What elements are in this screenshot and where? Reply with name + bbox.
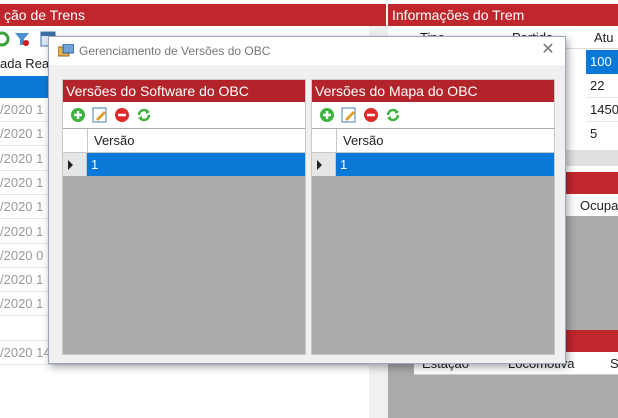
train-cell: /2020 1 xyxy=(0,151,44,166)
dialog-title: Gerenciamento de Versões do OBC xyxy=(79,44,271,58)
row-header-corner xyxy=(312,129,337,152)
version-cell[interactable]: 1 xyxy=(336,153,554,176)
train-info-title: Informações do Trem xyxy=(388,4,618,26)
train-cell: /2020 1 xyxy=(0,224,44,239)
add-icon[interactable] xyxy=(70,107,86,123)
value-cell: 1450 xyxy=(586,98,618,122)
current-row-arrow-icon xyxy=(317,160,322,170)
train-cell: /2020 1 xyxy=(0,175,44,190)
train-cell: /2020 0 xyxy=(0,248,44,263)
train-cell: /2020 1 xyxy=(0,126,44,141)
col-atual: Atu xyxy=(594,30,614,45)
occupation-title xyxy=(566,172,618,194)
col-s: S xyxy=(610,356,618,371)
version-cell[interactable]: 1 xyxy=(87,153,305,176)
train-list-title: ção de Trens xyxy=(0,4,386,26)
value-cell: 5 xyxy=(590,126,598,141)
version-column-header[interactable]: Versão xyxy=(343,133,383,148)
train-cell: /2020 1 xyxy=(0,199,44,214)
obc-versions-dialog: Gerenciamento de Versões do OBC ✕ Versõe… xyxy=(48,36,566,364)
map-versions-panel: Versões do Mapa do OBC Versão 1 xyxy=(311,79,555,355)
map-grid-header: Versão xyxy=(312,129,554,153)
edit-icon[interactable] xyxy=(341,107,357,123)
value-cell: 22 xyxy=(586,74,618,98)
dialog-titlebar[interactable]: Gerenciamento de Versões do OBC ✕ xyxy=(49,37,565,65)
edit-icon[interactable] xyxy=(92,107,108,123)
software-toolbar xyxy=(63,102,305,128)
software-grid-header: Versão xyxy=(63,129,305,153)
train-cell: /2020 1 xyxy=(0,272,44,287)
software-version-row[interactable]: 1 xyxy=(63,153,305,176)
software-versions-title: Versões do Software do OBC xyxy=(63,80,305,102)
filter-icon[interactable] xyxy=(14,31,30,47)
app-icon xyxy=(58,44,74,57)
occupation-header: Ocupa xyxy=(566,194,618,217)
locomotive-title xyxy=(566,330,618,352)
remove-icon[interactable] xyxy=(114,107,130,123)
value-cell[interactable]: 100 xyxy=(586,50,618,74)
refresh-icon[interactable] xyxy=(0,31,10,47)
map-versions-title: Versões do Mapa do OBC xyxy=(312,80,554,102)
row-selector[interactable] xyxy=(63,153,87,176)
remove-icon[interactable] xyxy=(363,107,379,123)
row-selector[interactable] xyxy=(312,153,336,176)
map-version-row[interactable]: 1 xyxy=(312,153,554,176)
train-cell: /2020 1 xyxy=(0,102,44,117)
map-toolbar xyxy=(312,102,554,128)
occupation-grid xyxy=(566,216,618,330)
col-ocupacao: Ocupa xyxy=(580,198,618,213)
close-icon[interactable]: ✕ xyxy=(539,41,557,59)
version-column-header[interactable]: Versão xyxy=(94,133,134,148)
current-row-arrow-icon xyxy=(68,160,73,170)
train-cell: /2020 1 xyxy=(0,296,44,311)
row-header-corner xyxy=(63,129,88,152)
add-icon[interactable] xyxy=(319,107,335,123)
refresh-icon[interactable] xyxy=(136,107,152,123)
software-versions-panel: Versões do Software do OBC Versão 1 xyxy=(62,79,306,355)
refresh-icon[interactable] xyxy=(385,107,401,123)
horizontal-scrollbar[interactable] xyxy=(566,150,618,166)
